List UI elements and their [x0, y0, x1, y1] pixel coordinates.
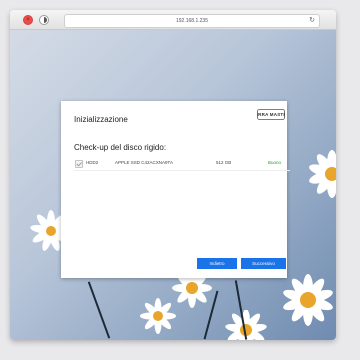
browser-toolbar: × 192.168.1.235 ↻ — [10, 10, 336, 30]
desktop-wallpaper: Inizializzazione TERRA MASTER Check-up d… — [10, 30, 336, 340]
daisy-flower-icon — [140, 298, 176, 334]
terramaster-logo: TERRA MASTER — [257, 109, 285, 120]
dialog-title: Inizializzazione — [74, 115, 128, 124]
disk-checkbox[interactable] — [75, 160, 83, 168]
svg-text:TERRA MASTER: TERRA MASTER — [257, 112, 285, 117]
daisy-flower-icon — [309, 150, 336, 198]
dialog-subtitle: Check-up del disco rigido: — [74, 143, 167, 152]
browser-window: × 192.168.1.235 ↻ Inizializzazione RRA M… — [10, 10, 336, 340]
next-button[interactable]: Successivo — [241, 258, 286, 269]
url-text: 192.168.1.235 — [176, 18, 208, 24]
init-dialog: Inizializzazione TERRA MASTER Check-up d… — [61, 101, 290, 278]
back-button[interactable]: Indietro — [197, 258, 237, 269]
privacy-shield-icon[interactable] — [39, 15, 49, 25]
close-icon[interactable]: × — [23, 15, 33, 25]
disk-model: APPLE SSD C42ACXNA9TA — [115, 160, 173, 165]
reload-icon[interactable]: ↻ — [309, 15, 315, 27]
daisy-flower-icon — [283, 274, 333, 326]
disk-size: 512 GB — [216, 160, 232, 165]
disk-row: HDD2 APPLE SSD C42ACXNA9TA 512 GB Buono — [74, 158, 290, 171]
address-bar[interactable]: 192.168.1.235 ↻ — [64, 14, 320, 28]
disk-name: HDD2 — [86, 160, 99, 165]
flower-stem — [87, 281, 111, 339]
disk-status: Buono — [268, 160, 282, 165]
